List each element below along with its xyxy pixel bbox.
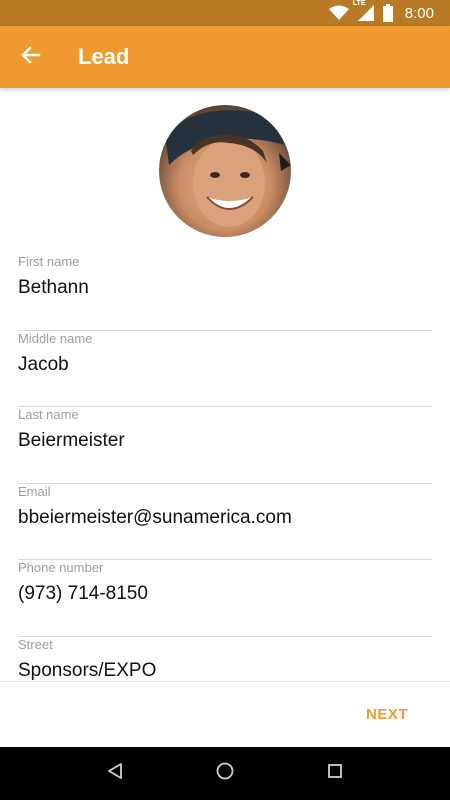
street-label: Street xyxy=(18,636,53,652)
nav-back-button[interactable] xyxy=(95,754,135,794)
system-navigation-bar xyxy=(0,747,450,800)
email-field[interactable]: Email bbeiermeister@sunamerica.com xyxy=(18,483,432,560)
middle-name-field[interactable]: Middle name Jacob xyxy=(18,330,432,407)
arrow-back-icon xyxy=(21,45,41,70)
network-type-label: LTE xyxy=(352,0,366,7)
last-name-field[interactable]: Last name Beiermeister xyxy=(18,407,432,484)
middle-name-label: Middle name xyxy=(18,330,93,346)
status-time: 8:00 xyxy=(404,4,434,22)
recents-square-icon xyxy=(327,763,343,784)
page-title: Lead xyxy=(78,44,130,69)
wifi-icon xyxy=(328,5,349,21)
street-input[interactable]: Sponsors/EXPO xyxy=(18,660,156,682)
first-name-label: First name xyxy=(18,254,80,269)
nav-recents-button[interactable] xyxy=(315,754,355,794)
street-field[interactable]: Street Sponsors/EXPO xyxy=(18,637,432,682)
status-icons: LTE 8:00 xyxy=(328,0,434,22)
email-label: Email xyxy=(18,483,51,499)
last-name-input[interactable]: Beiermeister xyxy=(18,430,125,452)
signal-icon: LTE xyxy=(353,0,375,22)
bottom-action-bar: NEXT xyxy=(0,681,450,747)
nav-home-button[interactable] xyxy=(205,754,245,794)
phone-number-field[interactable]: Phone number (973) 714-8150 xyxy=(18,560,432,637)
phone-number-input[interactable]: (973) 714-8150 xyxy=(18,583,148,605)
back-triangle-icon xyxy=(106,762,124,785)
phone-number-label: Phone number xyxy=(18,560,104,575)
home-circle-icon xyxy=(215,761,235,786)
email-input[interactable]: bbeiermeister@sunamerica.com xyxy=(18,507,292,529)
status-bar: LTE 8:00 xyxy=(0,0,450,26)
profile-photo xyxy=(165,110,291,227)
first-name-input[interactable]: Bethann xyxy=(18,277,89,299)
middle-name-input[interactable]: Jacob xyxy=(18,354,69,376)
battery-icon xyxy=(382,4,393,22)
back-button[interactable] xyxy=(0,26,62,88)
next-button[interactable]: NEXT xyxy=(366,706,408,723)
lead-form[interactable]: First name Bethann Middle name Jacob Las… xyxy=(0,88,450,681)
last-name-label: Last name xyxy=(18,407,79,422)
avatar[interactable] xyxy=(159,105,291,237)
app-bar: Lead xyxy=(0,26,450,88)
first-name-field[interactable]: First name Bethann xyxy=(18,254,432,331)
